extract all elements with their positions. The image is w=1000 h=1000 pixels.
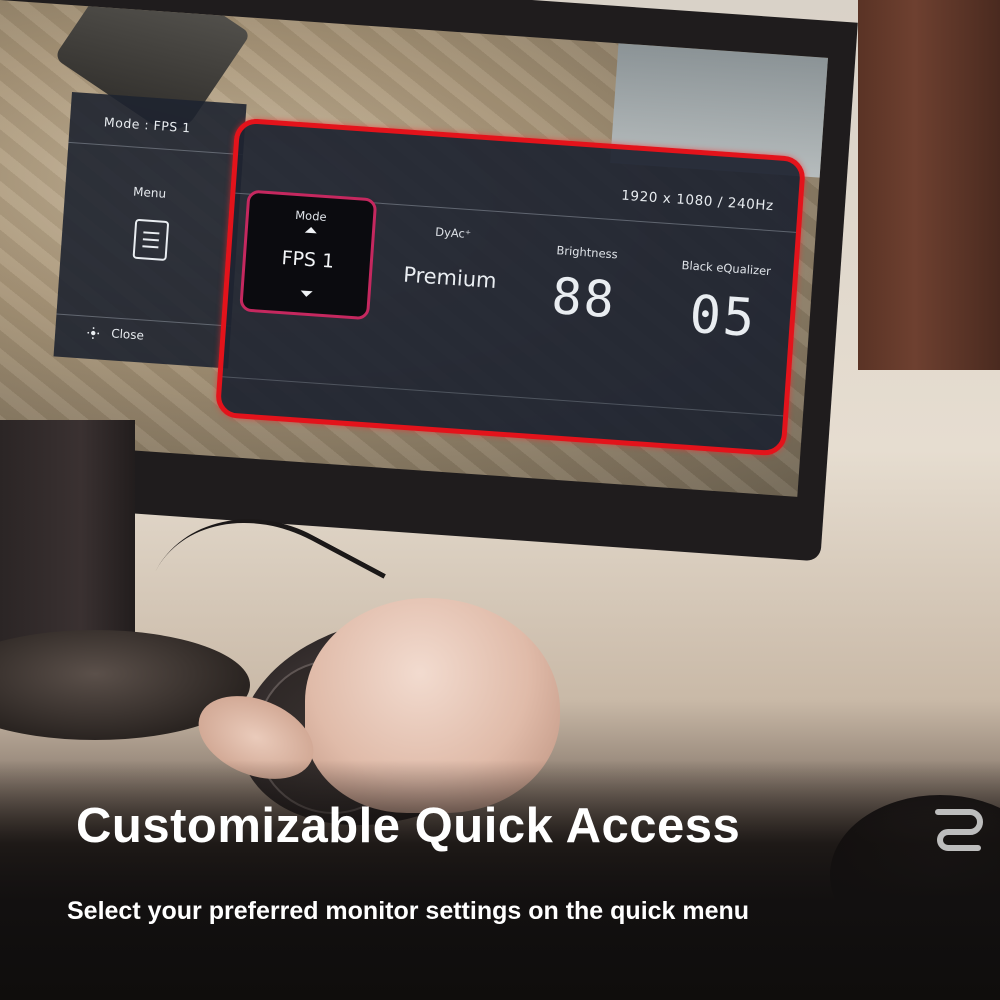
brightness-value: 88 xyxy=(549,267,618,330)
osd-side-panel: Mode : FPS 1 Menu Close xyxy=(53,92,247,369)
brightness-setting[interactable]: Brightness 88 xyxy=(517,241,652,332)
menu-label: Menu xyxy=(132,184,167,201)
black-equalizer-label: Black eQualizer xyxy=(681,257,772,279)
wooden-wall xyxy=(858,0,1000,370)
headline: Customizable Quick Access xyxy=(76,799,741,853)
divider xyxy=(222,376,784,417)
mode-tile-value: FPS 1 xyxy=(280,247,335,273)
black-equalizer-value: 05 xyxy=(687,284,759,350)
arrow-up-icon[interactable] xyxy=(304,226,318,234)
menu-list-icon[interactable] xyxy=(132,218,170,261)
close-button[interactable]: Close xyxy=(111,326,145,342)
black-equalizer-setting[interactable]: Black eQualizer 05 xyxy=(646,256,802,352)
bottom-shade xyxy=(0,760,1000,1000)
quick-menu-osd: Mode : FPS 1 Menu Close 1920 x 1080 / 24… xyxy=(50,92,807,462)
joystick-dial-icon xyxy=(87,327,100,339)
mode-tile-label: Mode xyxy=(294,207,328,225)
resolution-refresh-text: 1920 x 1080 / 240Hz xyxy=(620,187,775,215)
dyac-label: DyAc⁺ xyxy=(434,224,472,242)
subheadline: Select your preferred monitor settings o… xyxy=(67,897,750,925)
arrow-down-icon[interactable] xyxy=(300,290,313,298)
zowie-logo xyxy=(935,809,983,851)
brightness-label: Brightness xyxy=(556,243,619,262)
mode-selector-tile[interactable]: Mode FPS 1 xyxy=(239,189,378,321)
quick-menu-panel: 1920 x 1080 / 240Hz Mode FPS 1 DyAc⁺ Pre… xyxy=(214,117,807,457)
dyac-setting[interactable]: DyAc⁺ Premium xyxy=(379,221,523,295)
divider xyxy=(56,313,232,327)
dyac-value: Premium xyxy=(402,262,498,294)
divider xyxy=(68,141,244,156)
current-mode-text: Mode : FPS 1 xyxy=(103,114,192,136)
